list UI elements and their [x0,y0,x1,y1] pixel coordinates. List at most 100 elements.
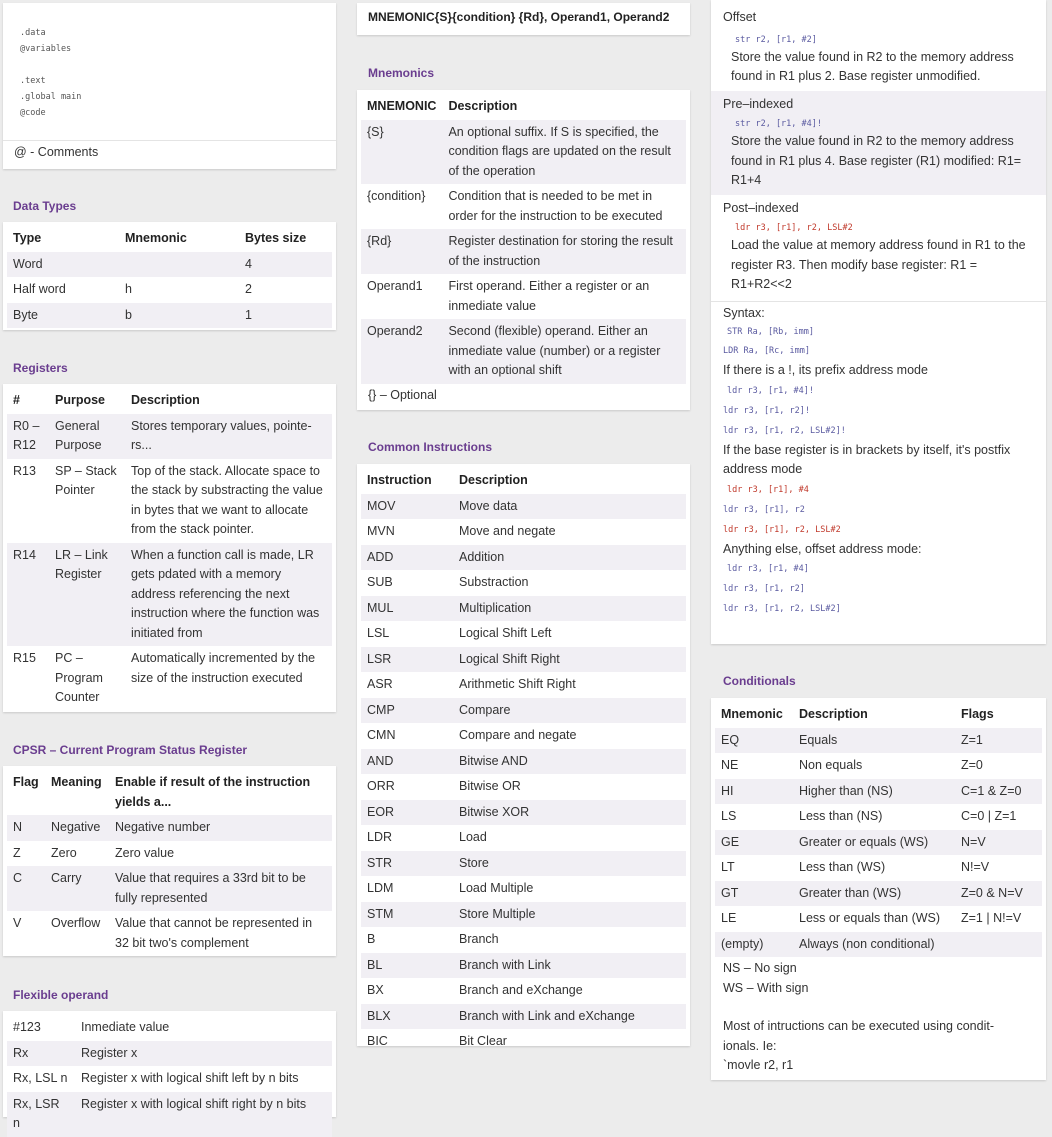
table-cell: (empty) [715,931,793,957]
registers-table: # Purpose Description R0 – R12 General Purpo… [3,384,336,712]
table-row: BLX Branch with Link and eXchange [361,1003,686,1029]
column-header: Flag [13,775,39,789]
table-cell: LT [721,860,735,874]
table-row: R15 PC – Program Counter Automatically inc… [7,646,332,711]
table-cell: Branch with Link and eXchange [453,1003,686,1029]
table-cell: Higher than (NS) [793,778,955,804]
section-title-registers: Registers [13,361,68,375]
table-cell: BX [367,983,384,997]
table-row: EOR Bitwise XOR [361,799,686,825]
table-cell: Arithmetic Shift Right [459,677,576,691]
table-row: GE Greater or equals (WS) N=V [715,829,1042,855]
table-row: #123 Inmediate value [7,1015,332,1041]
conditionals-footer: Most of intructions can be executed usin… [723,1019,994,1033]
table-cell: Compare [453,697,686,723]
code-line: @code [20,108,46,118]
table-cell: {condition} [367,189,426,203]
table-cell: ASR [367,677,393,691]
table-cell: Condition that is needed to be met in or… [448,189,663,223]
offset-mode-code-line: ldr r3, [r1, #4] [727,564,809,574]
table-cell: Register x [75,1040,332,1066]
table-cell: Less than (NS) [799,809,883,823]
table-cell: 1 [239,302,332,328]
table-cell: LDR [367,830,393,844]
table-cell: First operand. Either a register or an i… [448,279,650,313]
post-indexed-code: ldr r3, [r1], r2, LSL#2 [735,223,853,233]
code-line: .data [20,28,46,38]
table-cell: Rx, LSR n [7,1091,75,1137]
column-header: Description [799,707,868,721]
syntax-header: MNEMONIC{S}{condition} {Rd}, Operand1, O… [368,10,670,24]
table-cell: Register x with logical shift left by n … [81,1071,299,1085]
table-cell: Substraction [459,575,529,589]
table-row: Word 4 [7,251,332,277]
flexible-operand-table: #123 Inmediate value Rx Register x Rx, LSL n… [3,1011,336,1137]
table-cell: C=1 & Z=0 [955,778,1042,804]
pre-indexed-code: str r2, [r1, #4]! [735,119,822,129]
conditionals-table: Mnemonic Description Flags EQ Equals Z=1 NE Non… [711,698,1046,1080]
table-cell: Inmediate value [81,1020,170,1034]
table-row: LSR Logical Shift Right [361,646,686,672]
syntax-code-line: LDR Ra, [Rc, imm] [723,346,810,356]
table-header-row: Flag Meaning Enable if result of the instr… [7,770,332,815]
table-row: LS Less than (NS) C=0 | Z=1 [715,804,1042,830]
prefix-text: If there is a !, its prefix address mode [723,363,928,377]
table-row: B Branch [361,927,686,953]
post-indexed-label: Post–indexed [723,200,799,215]
table-cell: Branch [459,932,499,946]
code-box: .data @variables .text .global main @cod… [3,3,336,169]
condition-note: WS – With sign [723,980,809,995]
table-row: AND Bitwise AND [361,748,686,774]
table-cell: LE [721,911,737,925]
table-row: {Rd} Register destination for storing the… [361,229,686,274]
table-cell: Move data [453,493,686,519]
table-cell: Zero [51,845,77,860]
table-cell: STR [361,850,453,876]
section-title-cpsr: CPSR – Current Program Status Register [13,743,248,757]
table-cell: Second (flexible) operand. Either an inm… [442,319,686,384]
instructions-table: Instruction Description MOV Move data MVN Mov… [357,464,690,1048]
offset-mode-text: Anything else, offset address mode: [723,541,922,556]
table-cell: AND [361,748,453,774]
offset-mode-code-line: ldr r3, [r1, r2] [723,584,805,594]
table-row: ADD Addition [361,544,686,570]
table-cell: LDM [367,881,394,895]
section-title-data-types: Data Types [13,199,77,213]
code-line: .global main [20,92,82,102]
column-header: Type [13,231,42,245]
table-cell: #123 [13,1020,41,1034]
table-cell: Overflow [51,916,101,930]
table-cell: Bitwise AND [453,748,686,774]
table-cell: Load [459,830,487,844]
section-title-conditionals: Conditionals [723,674,796,688]
table-row: (empty) Always (non conditional) [715,931,1042,957]
table-header-row: MNEMONIC Description [361,94,686,120]
table-cell: Less than (WS) [799,860,886,874]
table-cell: B [367,932,376,946]
postfix-code-line: ldr r3, [r1], r2, LSL#2 [723,524,841,535]
table-cell: EQ [715,727,793,753]
comment-note: @ - Comments [3,140,336,165]
table-cell: An optional suffix. If S is specified, t… [442,119,686,184]
table-row: Rx, LSL n Register x with logical shift l… [7,1066,332,1092]
table-cell: Byte [7,302,119,328]
table-cell: C=0 | Z=1 [961,809,1017,823]
column-header: # [13,393,20,407]
column-header: Description [459,473,528,487]
table-cell: Register destination for storing the res… [442,229,686,274]
table-cell: LSR [361,646,453,672]
table-cell: CMP [361,697,453,723]
table-cell: Equals [793,727,955,753]
table-cell: GE [715,829,793,855]
prefix-code-line: ldr r3, [r1, r2, LSL#2]! [723,425,846,436]
table-row: MUL Multiplication [361,595,686,621]
table-cell: {S} [361,119,443,184]
table-row: HI Higher than (NS) C=1 & Z=0 [715,778,1042,804]
table-cell: Z [13,845,21,860]
table-row: LDR Load [361,825,686,851]
postfix-text: If the base register is in brackets by i… [723,442,1011,477]
table-row: Operand2 Second (flexible) operand. Eithe… [361,319,686,384]
table-cell: Greater or equals (WS) [793,829,955,855]
pre-indexed-label: Pre–indexed [723,96,794,111]
table-cell: ORR [367,779,395,793]
